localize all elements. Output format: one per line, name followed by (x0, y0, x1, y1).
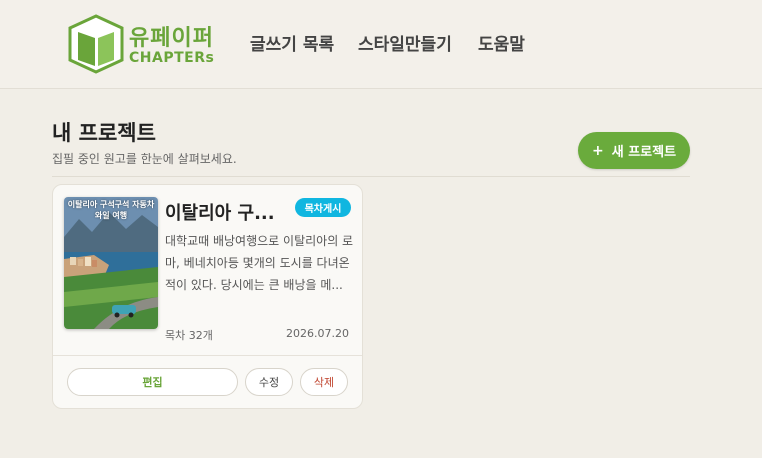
edit-button[interactable]: 편집 (67, 368, 238, 396)
new-project-button[interactable]: + 새 프로젝트 (578, 132, 690, 169)
brand-name-ko: 유페이퍼 (129, 26, 214, 51)
delete-button[interactable]: 삭제 (300, 368, 348, 396)
nav-writing-list[interactable]: 글쓰기 목록 (250, 30, 334, 55)
project-description: 대학교때 배낭여행으로 이탈리아의 로마, 베네치아등 몇개의 도시를 다녀온 … (165, 234, 354, 292)
project-card[interactable]: 이탈리아 구석구석 자동차 와일 여행 이탈리아 구... 목차게시 대학교때 … (52, 184, 363, 409)
chapter-count: 목차 32개 (165, 329, 213, 342)
project-title[interactable]: 이탈리아 구... (165, 199, 275, 225)
nav-help[interactable]: 도움말 (478, 30, 525, 55)
page-subtitle: 집필 중인 원고를 한눈에 살펴보세요. (52, 152, 237, 166)
new-project-label: 새 프로젝트 (611, 145, 677, 160)
page-title: 내 프로젝트 (52, 121, 156, 145)
brand-name-en: CHAPTERs (129, 50, 215, 66)
nav-style-maker[interactable]: 스타일만들기 (358, 30, 452, 55)
cover-title-text: 이탈리아 구석구석 자동차 와일 여행 (67, 200, 155, 220)
top-header: 유페이퍼 CHAPTERs 글쓰기 목록 스타일만들기 도움말 (0, 0, 762, 89)
modify-button[interactable]: 수정 (245, 368, 293, 396)
chapters-logo-icon[interactable] (68, 14, 124, 74)
section-divider (52, 176, 690, 177)
project-date: 2026.07.20 (286, 327, 349, 340)
plus-icon: + (591, 142, 604, 159)
status-badge: 목차게시 (295, 198, 351, 217)
card-divider (53, 355, 362, 356)
book-cover-image[interactable]: 이탈리아 구석구석 자동차 와일 여행 (64, 197, 158, 329)
